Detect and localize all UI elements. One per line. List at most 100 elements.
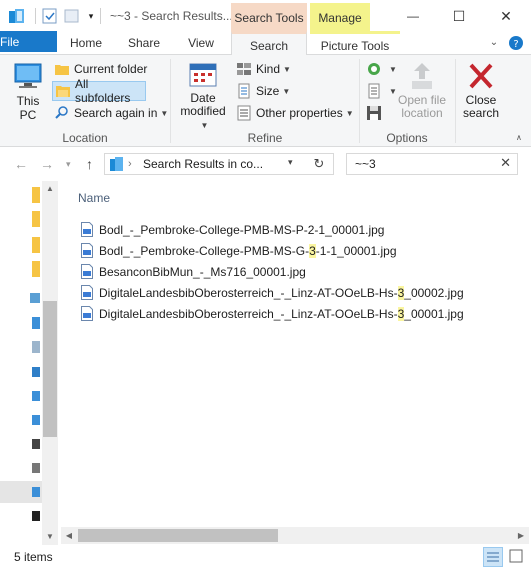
jpg-file-icon — [81, 243, 93, 258]
svg-text:?: ? — [513, 39, 518, 50]
refresh-icon[interactable]: ↻ — [305, 154, 333, 174]
file-name: BesanconBibMun_-_Ms716_00001.jpg — [99, 264, 306, 279]
qa-divider — [31, 7, 41, 25]
list-item[interactable]: BesanconBibMun_-_Ms716_00001.jpg — [81, 261, 464, 282]
search-box[interactable]: ~~3 ✕ — [346, 153, 518, 175]
size-button[interactable]: Size ▼ — [236, 81, 290, 101]
advanced-options-icon — [366, 83, 382, 99]
customize-quick-access-icon[interactable]: ▾ — [84, 7, 98, 25]
search-again-in-button[interactable]: Search again in ▼ — [52, 103, 168, 123]
close-search-button[interactable]: Close search — [459, 61, 503, 127]
this-pc-label: This PC — [8, 94, 48, 122]
chevron-down-icon: ▼ — [200, 121, 209, 130]
list-item[interactable]: Bodl_-_Pembroke-College-PMB-MS-G- 3 -1-1_0… — [81, 240, 464, 261]
nav-vertical-scrollbar[interactable]: ▲ ▼ — [42, 181, 58, 545]
advanced-options-button[interactable]: ▼ — [366, 81, 397, 101]
minimize-button[interactable]: — — [390, 2, 436, 30]
all-subfolders-button[interactable]: All subfolders — [52, 77, 146, 105]
nav-documents-icon[interactable] — [32, 341, 40, 353]
list-item[interactable]: DigitaleLandesbibOberosterreich_-_Linz-A… — [81, 282, 464, 303]
large-icons-view-icon[interactable] — [507, 547, 527, 567]
properties-icon[interactable] — [42, 7, 58, 25]
scroll-left-icon[interactable]: ◀ — [61, 527, 77, 544]
nav-videos-icon[interactable] — [32, 439, 40, 449]
chevron-down-icon: ▼ — [345, 108, 354, 118]
search-input[interactable]: ~~3 — [355, 157, 376, 171]
address-bar[interactable]: › Search Results in co... ▾ ↻ — [104, 153, 334, 175]
tab-view[interactable]: View — [177, 31, 225, 55]
list-item[interactable]: Bodl_-_Pembroke-College-PMB-MS-P-2-1_000… — [81, 219, 464, 240]
open-file-location-button[interactable]: Open file location — [394, 61, 450, 127]
details-view-icon[interactable] — [483, 547, 503, 567]
qa-divider — [100, 7, 102, 25]
forward-arrow-icon[interactable]: → — [40, 156, 54, 172]
scroll-right-icon[interactable]: ▶ — [513, 527, 529, 544]
back-arrow-icon[interactable]: ← — [14, 156, 28, 172]
scroll-thumb[interactable] — [78, 529, 278, 542]
tab-share[interactable]: Share — [120, 31, 168, 55]
scroll-thumb[interactable] — [43, 301, 57, 437]
tab-search[interactable]: Search — [231, 31, 307, 56]
nav-folder-icon[interactable] — [32, 187, 40, 203]
nav-folder-icon[interactable] — [32, 211, 40, 227]
file-name: Bodl_-_Pembroke-College-PMB-MS-P-2-1_000… — [99, 222, 385, 237]
list-item[interactable]: DigitaleLandesbibOberosterreich_-_Linz-A… — [81, 303, 464, 324]
date-modified-button[interactable]: Date modified ▼ — [175, 61, 231, 130]
recent-searches-button[interactable]: ▼ — [366, 59, 397, 79]
other-properties-button[interactable]: Other properties ▼ — [236, 103, 354, 123]
clear-search-icon[interactable]: ✕ — [500, 155, 511, 171]
this-pc-icon — [14, 63, 42, 88]
status-bar: 5 items — [0, 545, 531, 569]
search-icon — [54, 105, 70, 121]
chevron-down-icon: ▼ — [283, 64, 291, 74]
close-button[interactable]: ✕ — [483, 2, 529, 30]
chevron-down-icon: ▼ — [282, 86, 291, 96]
date-modified-text: Date modified — [180, 91, 226, 118]
save-icon — [366, 105, 382, 121]
save-search-button[interactable] — [366, 103, 386, 123]
nav-network-icon[interactable] — [32, 487, 40, 497]
nav-drive-icon[interactable] — [32, 463, 40, 473]
this-pc-button[interactable]: This PC — [8, 61, 48, 127]
expand-ribbon-icon[interactable]: ⌄ — [486, 31, 502, 55]
other-properties-label: Other properties — [256, 106, 343, 120]
explorer-icon[interactable] — [8, 7, 26, 25]
kind-icon — [236, 61, 252, 77]
properties-list-icon — [236, 105, 252, 121]
manage-context-header: Manage — [310, 3, 370, 31]
collapse-ribbon-icon[interactable]: ∧ — [516, 127, 522, 147]
recent-locations-chevron-icon[interactable]: ▾ — [66, 159, 71, 170]
nav-music-icon[interactable] — [32, 391, 40, 401]
maximize-button[interactable]: ☐ — [436, 2, 482, 30]
options-group-label: Options — [386, 131, 428, 145]
nav-drive-icon[interactable] — [32, 511, 40, 521]
nav-downloads-icon[interactable] — [32, 367, 40, 377]
nav-folder-icon[interactable] — [32, 237, 40, 253]
horizontal-scrollbar[interactable]: ◀ ▶ — [61, 527, 529, 544]
kind-button[interactable]: Kind ▼ — [236, 59, 291, 79]
tab-home[interactable]: Home — [62, 31, 110, 55]
jpg-file-icon — [81, 285, 93, 300]
current-folder-button[interactable]: Current folder — [52, 59, 147, 79]
file-name: DigitaleLandesbibOberosterreich_-_Linz-A… — [99, 285, 398, 300]
scroll-down-icon[interactable]: ▼ — [42, 529, 58, 545]
new-folder-icon[interactable] — [64, 7, 80, 25]
nav-desktop-icon[interactable] — [32, 317, 40, 329]
window-title: ~~3 - Search Results... — [110, 9, 233, 23]
up-arrow-icon[interactable]: ↑ — [86, 156, 93, 172]
location-group-label: Location — [62, 131, 108, 145]
recent-searches-icon — [366, 61, 382, 77]
help-icon[interactable]: ? — [506, 31, 526, 55]
file-list: Bodl_-_Pembroke-College-PMB-MS-P-2-1_000… — [81, 219, 464, 324]
navigation-pane: ▲ ▼ — [0, 181, 59, 545]
tab-file[interactable]: File — [0, 31, 57, 52]
nav-this-pc-icon[interactable] — [30, 293, 40, 303]
nav-pictures-icon[interactable] — [32, 415, 40, 425]
search-results-icon — [109, 156, 125, 175]
scroll-up-icon[interactable]: ▲ — [42, 181, 58, 197]
address-dropdown-icon[interactable]: ▾ — [288, 157, 293, 168]
file-name-rest: -1-1_00001.jpg — [315, 243, 397, 258]
column-header-name[interactable]: Name — [78, 191, 110, 205]
nav-folder-icon[interactable] — [32, 261, 40, 277]
tab-picture-tools[interactable]: Picture Tools — [310, 31, 400, 55]
